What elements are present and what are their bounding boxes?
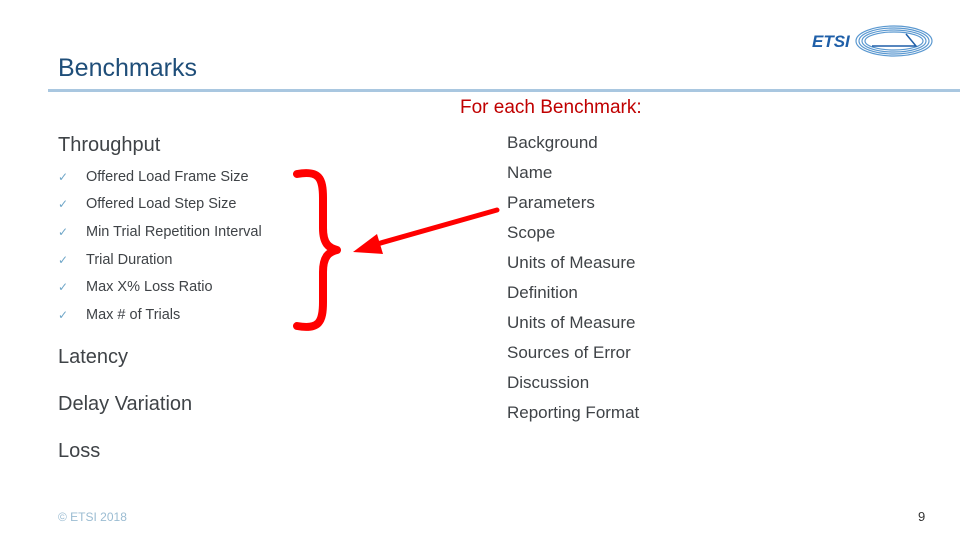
list-item: ✓ Offered Load Frame Size xyxy=(58,163,262,191)
list-item-label: Trial Duration xyxy=(86,251,173,268)
logo-text: ETSI xyxy=(812,32,851,51)
list-item: Sources of Error xyxy=(507,343,631,362)
list-item: Reporting Format xyxy=(507,403,640,422)
brace-arrow-graphic xyxy=(293,169,500,331)
footer-copyright: © ETSI 2018 xyxy=(58,510,127,524)
page-number: 9 xyxy=(918,509,926,524)
list-item: Definition xyxy=(507,283,578,302)
list-item: Discussion xyxy=(507,373,590,392)
for-each-benchmark-heading: For each Benchmark: xyxy=(460,97,642,118)
arrow-shaft xyxy=(360,207,500,251)
checkmark-icon: ✓ xyxy=(58,197,69,212)
list-item-label: Max X% Loss Ratio xyxy=(86,279,213,296)
arrow-head xyxy=(353,234,383,254)
list-item: Units of Measure xyxy=(507,253,636,272)
list-item: ✓ Offered Load Step Size xyxy=(58,191,262,219)
etsi-logo: ETSI xyxy=(812,25,933,57)
section-delay-variation: Delay Variation xyxy=(58,393,193,415)
list-item: ✓ Trial Duration xyxy=(58,246,262,274)
checkmark-icon: ✓ xyxy=(58,169,69,184)
checkmark-icon: ✓ xyxy=(58,280,69,295)
slide-title: Benchmarks xyxy=(58,54,197,82)
list-item-label: Offered Load Frame Size xyxy=(86,168,249,185)
throughput-parameters-list: ✓ Offered Load Frame Size ✓ Offered Load S… xyxy=(58,163,262,329)
section-throughput: Throughput xyxy=(58,134,161,156)
list-item: Parameters xyxy=(507,193,595,212)
list-item: Name xyxy=(507,163,553,182)
list-item: ✓ Max # of Trials xyxy=(58,301,262,329)
checkmark-icon: ✓ xyxy=(58,224,69,239)
list-item-label: Min Trial Repetition Interval xyxy=(86,223,262,240)
list-item-label: Offered Load Step Size xyxy=(86,196,237,213)
list-item: ✓ Min Trial Repetition Interval xyxy=(58,218,262,246)
checkmark-icon: ✓ xyxy=(58,307,69,322)
list-item-label: Max # of Trials xyxy=(86,306,181,323)
list-item: Scope xyxy=(507,223,556,242)
list-item: Background xyxy=(507,133,598,152)
benchmark-attributes-list: Background Name Parameters Scope Units o… xyxy=(507,128,639,428)
checkmark-icon: ✓ xyxy=(58,252,69,267)
curly-brace xyxy=(293,169,341,331)
section-latency: Latency xyxy=(58,346,129,368)
list-item: Units of Measure xyxy=(507,313,636,332)
section-loss: Loss xyxy=(58,440,101,462)
list-item: ✓ Max X% Loss Ratio xyxy=(58,273,262,301)
title-divider xyxy=(48,89,960,92)
